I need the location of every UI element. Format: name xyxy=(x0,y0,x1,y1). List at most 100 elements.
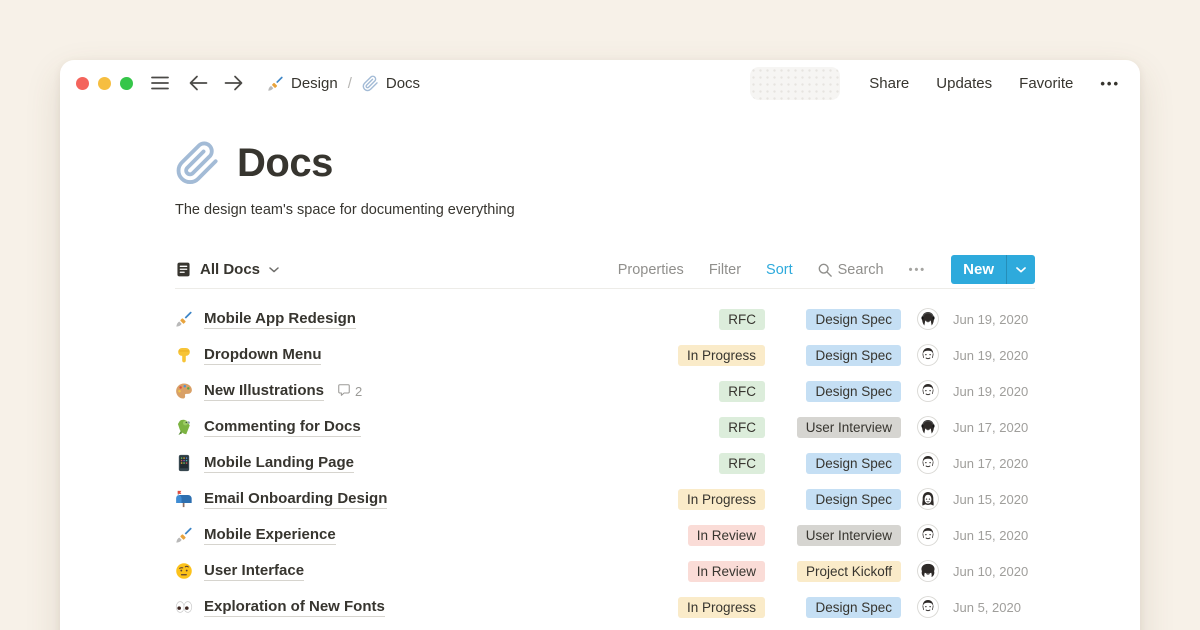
avatar xyxy=(917,524,939,546)
chevron-down-icon xyxy=(269,267,279,273)
breadcrumb-separator: / xyxy=(348,75,352,92)
type-badge[interactable]: Design Spec xyxy=(806,309,901,330)
view-toolbar: All Docs Properties Filter Sort Search •… xyxy=(175,251,1035,289)
doc-page-link[interactable]: New Illustrations xyxy=(204,382,324,401)
doc-page-link[interactable]: Mobile App Redesign xyxy=(204,310,356,329)
app-window: Design / Docs Share Updates Favorite •••… xyxy=(60,60,1140,630)
doc-page-link[interactable]: Mobile Experience xyxy=(204,526,336,545)
avatar xyxy=(917,596,939,618)
table-row: Mobile Landing Page RFC Design Spec Jun … xyxy=(175,445,1035,481)
type-badge[interactable]: User Interview xyxy=(797,525,901,546)
palette-icon xyxy=(175,382,193,400)
filter-button[interactable]: Filter xyxy=(709,262,741,278)
titlebar-actions: Share Updates Favorite ••• xyxy=(750,67,1120,100)
status-badge[interactable]: In Review xyxy=(688,561,765,582)
status-badge[interactable]: RFC xyxy=(719,417,765,438)
comment-count-badge[interactable]: 2 xyxy=(337,383,362,400)
more-options-icon[interactable]: ••• xyxy=(1100,76,1120,91)
new-button-group: New xyxy=(951,255,1035,284)
toolbar-actions: Properties Filter Sort Search ••• New xyxy=(618,255,1035,284)
status-badge[interactable]: RFC xyxy=(719,381,765,402)
type-badge[interactable]: Design Spec xyxy=(806,489,901,510)
breadcrumb-item-docs[interactable]: Docs xyxy=(362,75,420,92)
breadcrumb: Design / Docs xyxy=(267,75,420,92)
date-cell: Jun 15, 2020 xyxy=(953,492,1035,507)
zoom-window-button[interactable] xyxy=(120,77,133,90)
avatar xyxy=(917,452,939,474)
type-badge[interactable]: User Interview xyxy=(797,417,901,438)
mailbox-icon xyxy=(175,490,193,508)
doc-page-link[interactable]: User Interface xyxy=(204,562,304,581)
forward-arrow-icon[interactable] xyxy=(224,75,243,91)
comment-count: 2 xyxy=(355,384,362,399)
close-window-button[interactable] xyxy=(76,77,89,90)
type-badge[interactable]: Design Spec xyxy=(806,597,901,618)
eyes-icon xyxy=(175,598,193,616)
avatar xyxy=(917,560,939,582)
status-badge[interactable]: In Progress xyxy=(678,597,765,618)
redacted-blob xyxy=(750,67,840,100)
status-badge[interactable]: In Progress xyxy=(678,489,765,510)
date-cell: Jun 17, 2020 xyxy=(953,420,1035,435)
avatar xyxy=(917,308,939,330)
avatar xyxy=(917,488,939,510)
status-badge[interactable]: RFC xyxy=(719,309,765,330)
titlebar: Design / Docs Share Updates Favorite ••• xyxy=(60,60,1140,106)
breadcrumb-label: Design xyxy=(291,75,338,92)
doc-list-icon xyxy=(175,261,192,278)
avatar xyxy=(917,416,939,438)
properties-button[interactable]: Properties xyxy=(618,262,684,278)
paintbrush-icon xyxy=(175,310,193,328)
updates-button[interactable]: Updates xyxy=(936,75,992,92)
date-cell: Jun 15, 2020 xyxy=(953,528,1035,543)
breadcrumb-label: Docs xyxy=(386,75,420,92)
table-row: Commenting for Docs RFC User Interview J… xyxy=(175,409,1035,445)
table-row: Dropdown Menu In Progress Design Spec Ju… xyxy=(175,337,1035,373)
doc-page-link[interactable]: Mobile Landing Page xyxy=(204,454,354,473)
type-badge[interactable]: Design Spec xyxy=(806,381,901,402)
favorite-button[interactable]: Favorite xyxy=(1019,75,1073,92)
table-row: User Interface In Review Project Kickoff… xyxy=(175,553,1035,589)
comment-icon xyxy=(337,383,351,400)
doc-page-link[interactable]: Commenting for Docs xyxy=(204,418,361,437)
paintbrush-icon xyxy=(267,75,284,92)
new-button-chevron[interactable] xyxy=(1006,255,1035,284)
table-row: Mobile App Redesign RFC Design Spec Jun … xyxy=(175,301,1035,337)
page-subtitle: The design team's space for documenting … xyxy=(175,202,1035,218)
type-badge[interactable]: Design Spec xyxy=(806,453,901,474)
toolbar-more-icon[interactable]: ••• xyxy=(909,264,927,276)
back-arrow-icon[interactable] xyxy=(189,75,208,91)
paintbrush-icon xyxy=(175,526,193,544)
date-cell: Jun 5, 2020 xyxy=(953,600,1035,615)
date-cell: Jun 19, 2020 xyxy=(953,384,1035,399)
status-badge[interactable]: In Progress xyxy=(678,345,765,366)
search-button[interactable]: Search xyxy=(818,262,884,278)
status-badge[interactable]: RFC xyxy=(719,453,765,474)
type-badge[interactable]: Design Spec xyxy=(806,345,901,366)
paperclip-icon xyxy=(362,75,379,92)
date-cell: Jun 10, 2020 xyxy=(953,564,1035,579)
type-badge[interactable]: Project Kickoff xyxy=(797,561,901,582)
table-row: Email Onboarding Design In Progress Desi… xyxy=(175,481,1035,517)
view-switcher-all-docs[interactable]: All Docs xyxy=(175,261,279,278)
docs-table: Mobile App Redesign RFC Design Spec Jun … xyxy=(175,301,1035,625)
sort-button[interactable]: Sort xyxy=(766,262,793,278)
parrot-icon xyxy=(175,418,193,436)
share-button[interactable]: Share xyxy=(869,75,909,92)
breadcrumb-item-design[interactable]: Design xyxy=(267,75,338,92)
paperclip-icon[interactable] xyxy=(175,140,221,186)
table-row: New Illustrations 2 RFC Design Spec Jun … xyxy=(175,373,1035,409)
table-row: Exploration of New Fonts In Progress Des… xyxy=(175,589,1035,625)
mobile-phone-icon xyxy=(175,454,193,472)
minimize-window-button[interactable] xyxy=(98,77,111,90)
status-badge[interactable]: In Review xyxy=(688,525,765,546)
page-content: Docs The design team's space for documen… xyxy=(60,140,1140,625)
window-controls xyxy=(76,77,133,90)
new-button[interactable]: New xyxy=(951,255,1006,284)
doc-page-link[interactable]: Exploration of New Fonts xyxy=(204,598,385,617)
page-header: Docs xyxy=(175,140,1035,186)
doc-page-link[interactable]: Email Onboarding Design xyxy=(204,490,387,509)
doc-page-link[interactable]: Dropdown Menu xyxy=(204,346,321,365)
date-cell: Jun 19, 2020 xyxy=(953,312,1035,327)
sidebar-menu-icon[interactable] xyxy=(151,76,169,90)
